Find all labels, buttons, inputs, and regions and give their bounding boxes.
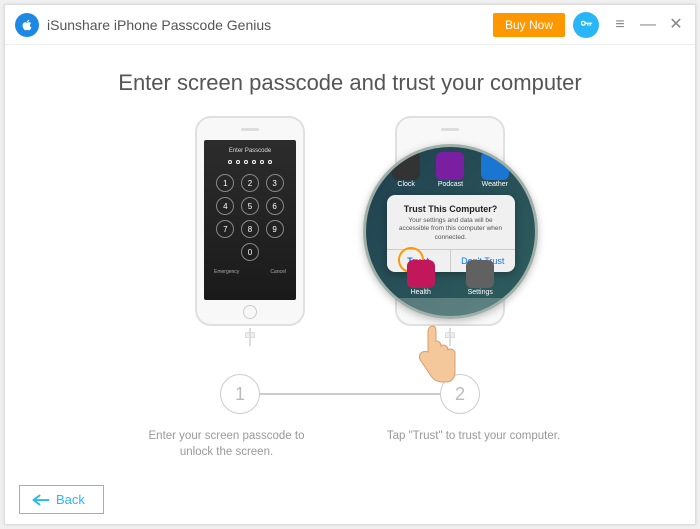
cancel-label: Cancel [270,269,286,275]
alert-title: Trust This Computer? [395,204,507,214]
phone-speaker-icon [241,128,259,131]
mag-settings-label: Settings [466,289,494,296]
magnifier-circle: Clock Podcast Weather Trust This Compute… [363,144,538,319]
step-connector-line [260,393,440,395]
app-title: iSunshare iPhone Passcode Genius [47,17,271,33]
key-7: 7 [216,220,234,238]
register-key-icon[interactable] [573,12,599,38]
passcode-dots [208,160,292,164]
content-area: Enter screen passcode and trust your com… [5,45,695,460]
passcode-bottom-labels: Emergency Cancel [208,269,292,275]
key-1: 1 [216,174,234,192]
steps-row: 1 2 [45,374,655,414]
step-labels-row: Enter your screen passcode to unlock the… [45,428,655,460]
key-9: 9 [266,220,284,238]
mag-podcast-label: Podcast [436,181,464,188]
phone-body: Enter Passcode 1 2 3 4 5 6 7 8 [195,116,305,326]
step-2-label: Tap "Trust" to trust your computer. [386,428,561,460]
home-button-icon [243,305,257,319]
titlebar-left: iSunshare iPhone Passcode Genius [15,13,271,37]
phone-illustration-trust: Clock Podcast Weather Trust This Compute… [395,116,505,336]
minimize-button[interactable]: — [641,18,655,32]
buy-now-button[interactable]: Buy Now [493,13,565,37]
titlebar: iSunshare iPhone Passcode Genius Buy Now… [5,5,695,45]
phones-row: Enter Passcode 1 2 3 4 5 6 7 8 [45,116,655,336]
key-3: 3 [266,174,284,192]
app-logo-icon [15,13,39,37]
back-button[interactable]: Back [19,485,104,514]
close-button[interactable]: ✕ [669,18,683,32]
step-2-circle: 2 [440,374,480,414]
key-6: 6 [266,197,284,215]
key-4: 4 [216,197,234,215]
key-8: 8 [241,220,259,238]
phone-speaker-icon [441,128,459,131]
page-title: Enter screen passcode and trust your com… [45,70,655,96]
emergency-label: Emergency [214,269,239,275]
cable-icon [249,328,251,346]
keypad: 1 2 3 4 5 6 7 8 9 0 [208,174,292,261]
key-0: 0 [241,243,259,261]
menu-icon[interactable]: ≡ [613,18,627,32]
mag-weather-label: Weather [481,181,509,188]
back-label: Back [56,492,85,507]
mag-health-label: Health [407,289,435,296]
mag-clock-label: Clock [392,181,420,188]
key-5: 5 [241,197,259,215]
phone-illustration-passcode: Enter Passcode 1 2 3 4 5 6 7 8 [195,116,305,336]
app-window: iSunshare iPhone Passcode Genius Buy Now… [4,4,696,525]
enter-passcode-label: Enter Passcode [208,148,292,154]
cable-icon [449,328,451,346]
back-arrow-icon [32,494,50,506]
alert-message: Your settings and data will be accessibl… [395,217,507,242]
window-controls: ≡ — ✕ [613,18,683,32]
passcode-screen: Enter Passcode 1 2 3 4 5 6 7 8 [204,140,296,300]
key-2: 2 [241,174,259,192]
titlebar-right: Buy Now ≡ — ✕ [493,12,683,38]
step-1-label: Enter your screen passcode to unlock the… [139,428,314,460]
step-1-circle: 1 [220,374,260,414]
